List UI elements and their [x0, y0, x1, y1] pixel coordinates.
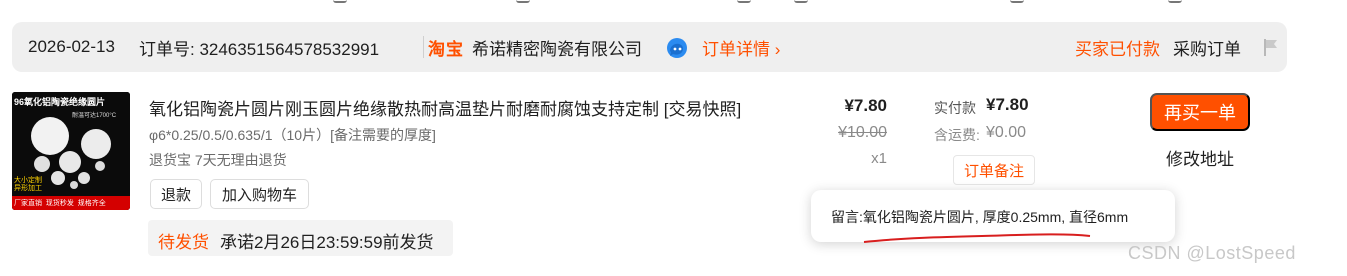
rebuy-button[interactable]: 再买一单 — [1150, 93, 1250, 131]
order-number: 订单号: 3246351564578532991 — [139, 39, 380, 59]
order-status: 买家已付款 — [1075, 39, 1160, 59]
order-type: 采购订单 — [1173, 39, 1241, 59]
red-underline-annotation — [863, 233, 1091, 243]
add-to-cart-button[interactable]: 加入购物车 — [210, 179, 309, 209]
order-note-button[interactable]: 订单备注 — [953, 155, 1035, 185]
quantity: x1 — [871, 150, 887, 167]
refund-policy: 退货宝 7天无理由退货 — [149, 152, 287, 168]
modify-address-link[interactable]: 修改地址 — [1150, 145, 1250, 170]
paid-label: 实付款 — [934, 100, 976, 116]
chat-icon[interactable] — [666, 37, 688, 59]
order-note-text: 留言:氧化铝陶瓷片圆片, 厚度0.25mm, 直径6mm — [831, 209, 1129, 225]
shipping-fee-label: 含运费: — [934, 127, 980, 143]
shipping-promise: 承诺2月26日23:59:59前发货 — [220, 233, 434, 252]
unit-price: ¥7.80 — [844, 96, 887, 115]
shop-name-link[interactable]: 希诺精密陶瓷有限公司 — [472, 35, 642, 60]
order-header: 2026-02-13 订单号: 3246351564578532991 淘宝 希… — [12, 22, 1287, 72]
thumb-banner: 96氧化铝陶瓷绝缘圆片 — [14, 97, 106, 107]
original-price: ¥10.00 — [838, 124, 887, 141]
product-title-link[interactable]: 氧化铝陶瓷片圆片刚玉圆片绝缘散热耐高温垫片耐磨耐腐蚀支持定制 [交易快照] — [149, 95, 741, 120]
watermark: CSDN @LostSpeed — [1128, 243, 1296, 263]
shipping-fee-value: ¥0.00 — [986, 124, 1027, 141]
order-detail-link[interactable]: 订单详情 › — [702, 35, 780, 60]
product-spec: φ6*0.25/0.5/0.635/1（10片）[备注需要的厚度] — [149, 127, 436, 143]
refund-button[interactable]: 退款 — [150, 179, 202, 209]
flag-icon[interactable] — [1262, 37, 1280, 57]
paid-value: ¥7.80 — [986, 95, 1029, 114]
order-date: 2026-02-13 — [28, 37, 115, 56]
thumb-custom-text: 大小定制 异形加工 — [14, 177, 42, 192]
thumb-footer: 厂家直销 现货秒发 规格齐全 — [14, 200, 106, 207]
scroll-cutoff-edge — [0, 0, 1347, 8]
shipping-status-box: 待发货 承诺2月26日23:59:59前发货 — [148, 220, 453, 256]
product-thumbnail[interactable]: 96氧化铝陶瓷绝缘圆片 耐温可达1700°C 大小定制 异形加工 厂家直销 现货… — [12, 92, 130, 210]
thumb-temp-text: 耐温可达1700°C — [72, 113, 117, 119]
pending-shipment-label: 待发货 — [158, 233, 209, 252]
header-divider — [423, 36, 424, 58]
taobao-logo: 淘宝 — [428, 39, 464, 59]
